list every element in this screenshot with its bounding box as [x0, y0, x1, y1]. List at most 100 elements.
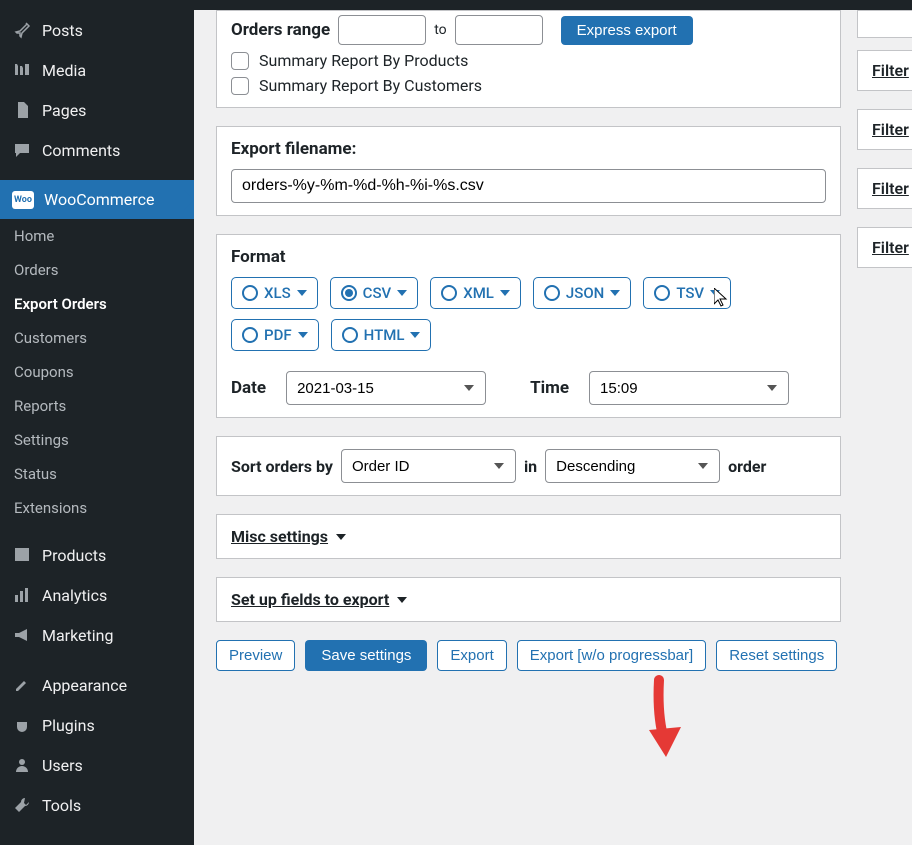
time-label: Time — [530, 378, 569, 398]
format-xls[interactable]: XLS — [231, 277, 318, 309]
menu-appearance[interactable]: Appearance — [0, 665, 194, 705]
radio-icon — [544, 285, 560, 301]
sub-status[interactable]: Status — [0, 457, 194, 491]
radio-icon — [341, 285, 357, 301]
sub-coupons[interactable]: Coupons — [0, 355, 194, 389]
format-csv[interactable]: CSV — [330, 277, 419, 309]
filter-link[interactable]: Filter — [872, 61, 909, 80]
misc-settings-toggle[interactable]: Misc settings — [231, 527, 346, 546]
sub-export-orders[interactable]: Export Orders — [0, 287, 194, 321]
caret-down-icon — [710, 290, 720, 296]
caret-down-icon — [610, 290, 620, 296]
save-settings-button[interactable]: Save settings — [305, 640, 427, 671]
caret-down-icon — [397, 290, 407, 296]
menu-marketing[interactable]: Marketing — [0, 615, 194, 655]
sort-by-select[interactable]: Order ID — [341, 449, 516, 483]
format-xml[interactable]: XML — [430, 277, 521, 309]
export-button[interactable]: Export — [437, 640, 506, 671]
pin-icon — [12, 20, 32, 40]
plugins-icon — [12, 715, 32, 735]
admin-bar — [0, 0, 912, 10]
menu-analytics[interactable]: Analytics — [0, 575, 194, 615]
date-label: Date — [231, 378, 266, 398]
menu-label: Products — [42, 546, 106, 565]
menu-tools[interactable]: Tools — [0, 785, 194, 825]
menu-posts[interactable]: Posts — [0, 10, 194, 50]
menu-label: Pages — [42, 101, 86, 120]
sub-orders[interactable]: Orders — [0, 253, 194, 287]
date-select[interactable]: 2021-03-15 — [286, 371, 486, 405]
caret-down-icon — [410, 332, 420, 338]
sub-settings[interactable]: Settings — [0, 423, 194, 457]
menu-comments[interactable]: Comments — [0, 130, 194, 170]
summary-products-row[interactable]: Summary Report By Products — [231, 51, 826, 70]
radio-icon — [342, 327, 358, 343]
menu-label: Users — [42, 756, 83, 775]
menu-users[interactable]: Users — [0, 745, 194, 785]
pages-icon — [12, 100, 32, 120]
filter-link[interactable]: Filter — [872, 120, 909, 139]
sort-card: Sort orders by Order ID in Descending or… — [216, 436, 841, 496]
users-icon — [12, 755, 32, 775]
to-label: to — [434, 22, 446, 38]
main-content: Orders range to Express export Summary R… — [194, 10, 912, 845]
preview-button[interactable]: Preview — [216, 640, 295, 671]
menu-products[interactable]: Products — [0, 535, 194, 575]
export-wo-button[interactable]: Export [w/o progressbar] — [517, 640, 706, 671]
admin-sidebar: Posts Media Pages Comments Woo WooCommer… — [0, 0, 194, 845]
checkbox-icon — [231, 52, 249, 70]
marketing-icon — [12, 625, 32, 645]
format-pdf[interactable]: PDF — [231, 319, 319, 351]
annotation-arrow-icon — [639, 675, 689, 765]
filter-link[interactable]: Filter — [872, 179, 909, 198]
format-json[interactable]: JSON — [533, 277, 631, 309]
action-buttons: Preview Save settings Export Export [w/o… — [216, 640, 841, 671]
filter-card: Filter — [857, 50, 912, 91]
sort-dir-select[interactable]: Descending — [545, 449, 720, 483]
analytics-icon — [12, 585, 32, 605]
menu-woocommerce[interactable]: Woo WooCommerce — [0, 180, 194, 219]
filter-card: Filter — [857, 109, 912, 150]
radio-icon — [654, 285, 670, 301]
format-label: TSV — [676, 284, 704, 302]
filter-card: Filter — [857, 168, 912, 209]
menu-label: Media — [42, 61, 86, 80]
reset-settings-button[interactable]: Reset settings — [716, 640, 837, 671]
media-icon — [12, 60, 32, 80]
menu-pages[interactable]: Pages — [0, 90, 194, 130]
sub-extensions[interactable]: Extensions — [0, 491, 194, 525]
menu-label: Appearance — [42, 676, 127, 695]
misc-label: Misc settings — [231, 527, 328, 546]
sub-home[interactable]: Home — [0, 219, 194, 253]
sub-reports[interactable]: Reports — [0, 389, 194, 423]
menu-label: WooCommerce — [44, 190, 154, 209]
menu-plugins[interactable]: Plugins — [0, 705, 194, 745]
menu-label: Posts — [42, 21, 83, 40]
caret-down-icon — [336, 534, 346, 540]
caret-down-icon — [397, 597, 407, 603]
sort-by-label: Sort orders by — [231, 457, 333, 476]
express-export-button[interactable]: Express export — [561, 16, 693, 45]
format-label: HTML — [364, 326, 405, 344]
format-label: XML — [463, 284, 494, 302]
export-filename-input[interactable] — [231, 169, 826, 203]
menu-label: Marketing — [42, 626, 113, 645]
menu-label: Plugins — [42, 716, 95, 735]
orders-range-label: Orders range — [231, 20, 330, 40]
format-tsv[interactable]: TSV — [643, 277, 731, 309]
caret-down-icon — [500, 290, 510, 296]
export-filename-card: Export filename: — [216, 126, 841, 216]
filter-link[interactable]: Filter — [872, 238, 909, 257]
setup-fields-toggle[interactable]: Set up fields to export — [231, 590, 407, 609]
menu-media[interactable]: Media — [0, 50, 194, 90]
export-filename-label: Export filename: — [231, 139, 826, 159]
sub-customers[interactable]: Customers — [0, 321, 194, 355]
format-html[interactable]: HTML — [331, 319, 432, 351]
caret-down-icon — [297, 290, 307, 296]
summary-customers-row[interactable]: Summary Report By Customers — [231, 76, 826, 95]
orders-range-to[interactable] — [455, 15, 543, 45]
in-label: in — [524, 457, 537, 476]
caret-down-icon — [298, 332, 308, 338]
time-select[interactable]: 15:09 — [589, 371, 789, 405]
orders-range-from[interactable] — [338, 15, 426, 45]
